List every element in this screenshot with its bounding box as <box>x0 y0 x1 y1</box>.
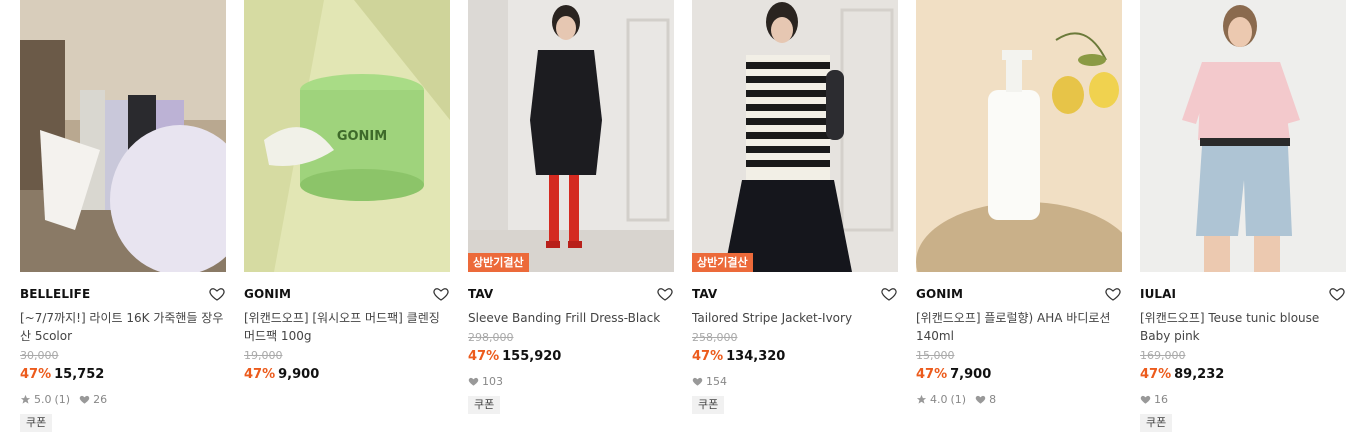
discount-rate: 47% <box>1140 367 1172 382</box>
sale-price: 15,752 <box>54 367 105 382</box>
wishlist-heart-icon[interactable] <box>880 285 898 303</box>
like-count: 26 <box>93 392 108 406</box>
wishlist-heart-icon[interactable] <box>432 285 450 303</box>
product-name[interactable]: [위캔드오프] Teuse tunic blouse Baby pink <box>1140 309 1346 345</box>
product-card[interactable]: 상반기결산 TAV Tailored Stripe Jacket-Ivory 2… <box>692 0 898 432</box>
promo-tag: 상반기결산 <box>692 253 753 272</box>
review-count: (1) <box>54 392 71 406</box>
product-name[interactable]: Sleeve Banding Frill Dress-Black <box>468 309 674 327</box>
pink-blouse-photo-icon <box>1140 0 1346 272</box>
product-card[interactable]: IULAI [위캔드오프] Teuse tunic blouse Baby pi… <box>1140 0 1346 432</box>
like-count: 16 <box>1154 392 1168 406</box>
coupon-badge: 쿠폰 <box>468 396 501 414</box>
product-name[interactable]: [위캔드오프] 플로럴향) AHA 바디로션 140ml <box>916 309 1122 345</box>
product-image[interactable] <box>916 0 1122 272</box>
discount-rate: 47% <box>916 367 948 382</box>
star-icon <box>20 394 31 404</box>
product-name[interactable]: Tailored Stripe Jacket-Ivory <box>692 309 898 327</box>
price-row: 47% 15,752 <box>20 366 226 383</box>
sale-price: 7,900 <box>950 367 992 382</box>
product-meta: 103 <box>468 374 674 388</box>
product-meta: 154 <box>692 374 898 388</box>
original-price: 30,000 <box>20 349 59 362</box>
wishlist-heart-icon[interactable] <box>1104 285 1122 303</box>
product-meta: 4.0 (1) 8 <box>916 392 1122 406</box>
promo-tag: 상반기결산 <box>468 253 529 272</box>
product-card[interactable]: GONIM [위캔드오프] 플로럴향) AHA 바디로션 140ml 15,00… <box>916 0 1122 432</box>
product-image[interactable]: GONIM <box>244 0 450 272</box>
product-meta: 5.0 (1) 26 <box>20 392 226 406</box>
discount-rate: 47% <box>244 367 276 382</box>
original-price: 15,000 <box>916 349 955 362</box>
coupon-badge: 쿠폰 <box>20 414 53 432</box>
product-grid: BELLELIFE [~7/7까지!] 라이트 16K 가죽핸들 장우산 5co… <box>20 0 1346 432</box>
product-image[interactable]: 상반기결산 <box>468 0 674 272</box>
original-price: 258,000 <box>692 331 738 344</box>
like-count: 103 <box>482 374 503 388</box>
product-brand[interactable]: GONIM <box>916 287 963 301</box>
price-row: 47% 9,900 <box>244 366 450 383</box>
like-count: 154 <box>706 374 727 388</box>
discount-rate: 47% <box>468 349 500 364</box>
sale-price: 9,900 <box>278 367 320 382</box>
original-price: 298,000 <box>468 331 514 344</box>
product-name[interactable]: [~7/7까지!] 라이트 16K 가죽핸들 장우산 5color <box>20 309 226 345</box>
like-heart-icon <box>79 395 90 404</box>
like-heart-icon <box>468 377 479 386</box>
original-price: 19,000 <box>244 349 283 362</box>
sale-price: 155,920 <box>502 349 562 364</box>
rating-value: 4.0 <box>930 392 948 406</box>
product-name[interactable]: [위캔드오프] [워시오프 머드팩] 클렌징 머드팩 100g <box>244 309 450 345</box>
discount-rate: 47% <box>20 367 52 382</box>
like-heart-icon <box>1140 395 1151 404</box>
product-brand[interactable]: TAV <box>468 287 493 301</box>
wishlist-heart-icon[interactable] <box>1328 285 1346 303</box>
mud-pack-jar-photo-icon: GONIM <box>244 0 450 272</box>
product-brand[interactable]: GONIM <box>244 287 291 301</box>
umbrella-photo-icon <box>20 0 226 272</box>
coupon-badge: 쿠폰 <box>692 396 725 414</box>
product-card[interactable]: GONIM GONIM [위캔드오프] [워시오프 머드팩] 클렌징 머드팩 1… <box>244 0 450 432</box>
product-image[interactable]: 상반기결산 <box>692 0 898 272</box>
price-row: 47% 89,232 <box>1140 366 1346 383</box>
product-brand[interactable]: BELLELIFE <box>20 287 90 301</box>
product-image[interactable] <box>20 0 226 272</box>
original-price: 169,000 <box>1140 349 1186 362</box>
sale-price: 134,320 <box>726 349 786 364</box>
product-meta: 16 <box>1140 392 1346 406</box>
wishlist-heart-icon[interactable] <box>656 285 674 303</box>
product-card[interactable]: 상반기결산 TAV Sleeve Banding Frill Dress-Bla… <box>468 0 674 432</box>
product-card[interactable]: BELLELIFE [~7/7까지!] 라이트 16K 가죽핸들 장우산 5co… <box>20 0 226 432</box>
product-brand[interactable]: TAV <box>692 287 717 301</box>
black-dress-photo-icon <box>468 0 674 272</box>
wishlist-heart-icon[interactable] <box>208 285 226 303</box>
svg-text:GONIM: GONIM <box>337 129 387 144</box>
like-heart-icon <box>692 377 703 386</box>
discount-rate: 47% <box>692 349 724 364</box>
price-row: 47% 134,320 <box>692 348 898 365</box>
sale-price: 89,232 <box>1174 367 1225 382</box>
review-count: (1) <box>950 392 967 406</box>
price-row: 47% 7,900 <box>916 366 1122 383</box>
stripe-jacket-photo-icon <box>692 0 898 272</box>
body-lotion-photo-icon <box>916 0 1122 272</box>
price-row: 47% 155,920 <box>468 348 674 365</box>
rating-value: 5.0 <box>34 392 52 406</box>
product-brand[interactable]: IULAI <box>1140 287 1176 301</box>
product-image[interactable] <box>1140 0 1346 272</box>
coupon-badge: 쿠폰 <box>1140 414 1173 432</box>
like-count: 8 <box>989 392 997 406</box>
star-icon <box>916 394 927 404</box>
like-heart-icon <box>975 395 986 404</box>
